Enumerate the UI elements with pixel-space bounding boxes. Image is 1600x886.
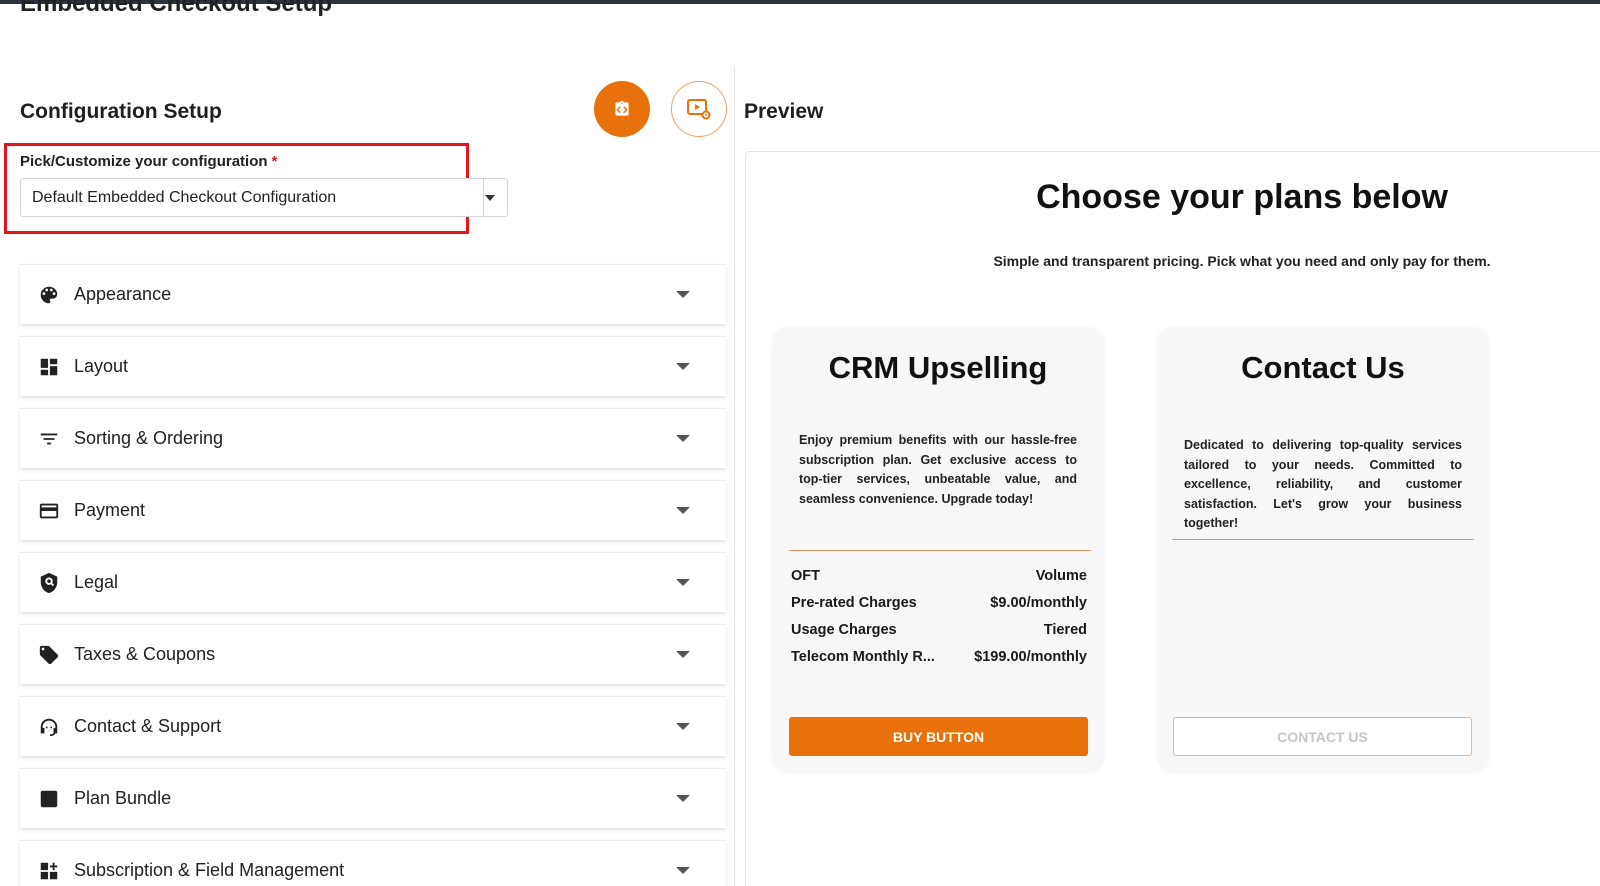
charges-list: OFT Volume Pre-rated Charges $9.00/monthly… [791, 568, 1087, 676]
contact-us-button[interactable]: CONTACT US [1173, 717, 1472, 756]
configuration-select-value: Default Embedded Checkout Configuration [32, 188, 337, 206]
charge-name: OFT [791, 568, 820, 584]
credit-card-icon [37, 499, 61, 523]
accordion-legal[interactable]: Legal [20, 552, 726, 612]
preview-settings-icon [687, 99, 711, 120]
accordion-label: Plan Bundle [74, 788, 172, 808]
caret-down-icon[interactable] [676, 291, 690, 298]
charge-row: Telecom Monthly R... $199.00/monthly [791, 649, 1087, 676]
preview-settings-button[interactable] [671, 81, 727, 137]
accordion-layout[interactable]: Layout [20, 336, 726, 396]
dashboard-icon [37, 355, 61, 379]
preview-subheading: Simple and transparent pricing. Pick wha… [993, 253, 1491, 269]
accordion-subscription-field-management[interactable]: Subscription & Field Management [20, 840, 726, 886]
caret-down-icon[interactable] [676, 867, 690, 874]
plan-card: Contact Us Dedicated to delivering top-q… [1158, 328, 1488, 772]
card-divider [789, 550, 1091, 551]
embed-code-button[interactable] [594, 81, 650, 137]
field-label-text: Pick/Customize your configuration [20, 153, 268, 170]
accordion-appearance[interactable]: Appearance [20, 264, 726, 324]
code-clipboard-icon [615, 100, 629, 116]
configuration-title: Configuration Setup [20, 100, 222, 123]
charge-row: OFT Volume [791, 568, 1087, 595]
accordion-label: Sorting & Ordering [74, 428, 224, 448]
charge-name: Telecom Monthly R... [791, 649, 935, 665]
caret-down-icon[interactable] [485, 195, 495, 201]
accordion-taxes-coupons[interactable]: Taxes & Coupons [20, 624, 726, 684]
charge-value: Tiered [1043, 622, 1087, 638]
configuration-field-label: Pick/Customize your configuration * [20, 153, 277, 170]
tag-icon [37, 643, 61, 667]
required-mark: * [271, 153, 278, 170]
plan-card: CRM Upselling Enjoy premium benefits wit… [773, 328, 1103, 772]
support-agent-icon [37, 715, 61, 739]
accordion-payment[interactable]: Payment [20, 480, 726, 540]
configuration-select[interactable]: Default Embedded Checkout Configuration [20, 178, 508, 217]
charge-name: Usage Charges [791, 622, 897, 638]
buy-button[interactable]: BUY BUTTON [789, 717, 1088, 756]
sort-icon [37, 427, 61, 451]
select-separator [483, 179, 484, 216]
caret-down-icon[interactable] [676, 795, 690, 802]
charge-value: Volume [1035, 568, 1087, 584]
caret-down-icon[interactable] [676, 363, 690, 370]
accordion-contact-support[interactable]: Contact & Support [20, 696, 726, 756]
charge-row: Usage Charges Tiered [791, 622, 1087, 649]
accordion-label: Payment [74, 500, 146, 520]
card-divider [1172, 539, 1474, 540]
accordion-label: Legal [74, 572, 119, 592]
plan-card-title: CRM Upselling [828, 350, 1048, 385]
panel-divider [734, 66, 735, 886]
caret-down-icon[interactable] [676, 579, 690, 586]
plan-card-title: Contact Us [1241, 350, 1405, 385]
checklist-icon [37, 787, 61, 811]
configuration-panel: Configuration Setup Pick/Customize your … [0, 0, 735, 886]
caret-down-icon[interactable] [676, 435, 690, 442]
charge-name: Pre-rated Charges [791, 595, 917, 611]
accordion-label: Appearance [74, 284, 172, 304]
palette-icon [37, 283, 61, 307]
preview-title: Preview [744, 100, 824, 123]
accordion-label: Layout [74, 356, 129, 376]
accordion-label: Taxes & Coupons [74, 644, 216, 664]
charge-value: $199.00/monthly [974, 649, 1087, 665]
charge-row: Pre-rated Charges $9.00/monthly [791, 595, 1087, 622]
accordion-sorting-ordering[interactable]: Sorting & Ordering [20, 408, 726, 468]
preview-heading: Choose your plans below [1036, 178, 1448, 216]
accordion-label: Subscription & Field Management [74, 860, 345, 880]
caret-down-icon[interactable] [676, 651, 690, 658]
widgets-add-icon [37, 859, 61, 883]
charge-value: $9.00/monthly [990, 595, 1087, 611]
caret-down-icon[interactable] [676, 723, 690, 730]
shield-search-icon [37, 571, 61, 595]
caret-down-icon[interactable] [676, 507, 690, 514]
plan-card-description: Dedicated to delivering top-quality serv… [1184, 438, 1462, 530]
accordion-label: Contact & Support [74, 716, 222, 736]
accordion-plan-bundle[interactable]: Plan Bundle [20, 768, 726, 828]
plan-card-description: Enjoy premium benefits with our hassle-f… [799, 433, 1077, 506]
